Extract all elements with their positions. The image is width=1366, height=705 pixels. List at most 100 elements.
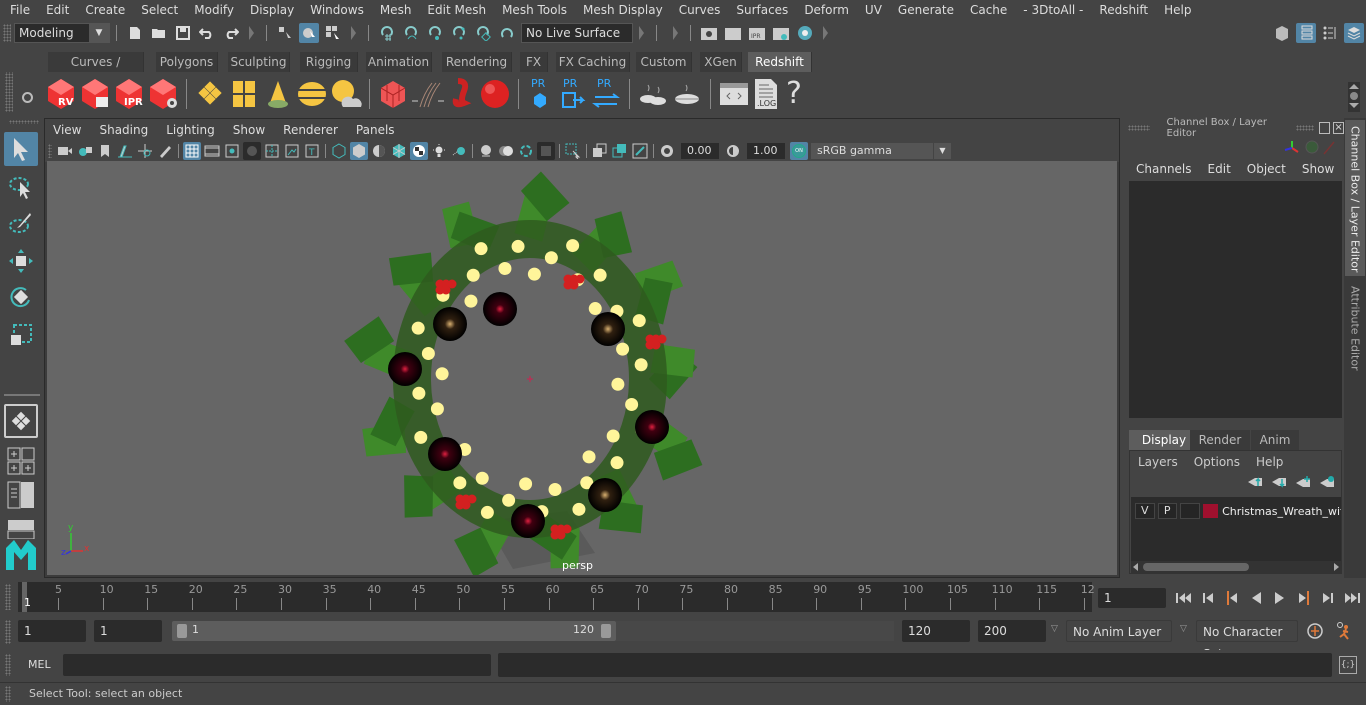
playback-end-field[interactable]: 120 xyxy=(902,620,970,642)
show-menu[interactable]: Show xyxy=(1294,162,1342,176)
select-hierarchy-icon[interactable] xyxy=(275,23,295,43)
exposure-field[interactable]: 0.00 xyxy=(681,143,719,159)
viewport-menu-shading[interactable]: Shading xyxy=(90,123,157,137)
gamma-icon[interactable] xyxy=(724,142,742,160)
layer-playback-toggle[interactable]: P xyxy=(1157,503,1177,519)
redshift-ipr-icon[interactable]: IPR xyxy=(112,77,146,111)
menu-deform[interactable]: Deform xyxy=(796,0,857,20)
menu-surfaces[interactable]: Surfaces xyxy=(728,0,796,20)
drag-handle[interactable] xyxy=(3,23,11,42)
live-surface-field[interactable]: No Live Surface xyxy=(521,22,633,43)
layer-help-menu[interactable]: Help xyxy=(1248,455,1291,469)
layer-name[interactable]: Christmas_Wreath_wit xyxy=(1222,505,1341,518)
snap-live-icon[interactable] xyxy=(473,23,493,43)
rotate-tool-icon[interactable] xyxy=(4,280,38,314)
hypershade-icon[interactable] xyxy=(795,23,815,43)
exposure-icon[interactable] xyxy=(658,142,676,160)
close-icon[interactable]: × xyxy=(1333,122,1344,134)
menu-redshift[interactable]: Redshift xyxy=(1091,0,1156,20)
animation-end-field[interactable]: 200 xyxy=(978,620,1046,642)
redshift-hair-icon[interactable] xyxy=(410,77,444,111)
shelf-tab-redshift[interactable]: Redshift xyxy=(748,52,812,72)
select-object-icon[interactable] xyxy=(299,22,319,43)
redshift-dome-light-icon[interactable] xyxy=(295,77,329,111)
redshift-area-light-icon[interactable] xyxy=(227,77,261,111)
menu-modify[interactable]: Modify xyxy=(186,0,242,20)
paint-select-tool-icon[interactable] xyxy=(4,206,38,240)
object-menu[interactable]: Object xyxy=(1239,162,1294,176)
maya-logo-icon[interactable] xyxy=(4,538,38,572)
use-all-lights-icon[interactable] xyxy=(430,142,448,160)
command-input[interactable] xyxy=(63,654,491,676)
3d-viewport[interactable]: y x z persp xyxy=(47,161,1117,575)
menu-mesh-display[interactable]: Mesh Display xyxy=(575,0,671,20)
menu-generate[interactable]: Generate xyxy=(890,0,962,20)
color-management-toggle[interactable]: ON xyxy=(790,142,808,160)
grease-pencil-icon[interactable] xyxy=(156,142,174,160)
open-scene-icon[interactable] xyxy=(149,23,169,43)
channel-list[interactable] xyxy=(1129,181,1342,418)
2d-pan-zoom-icon[interactable] xyxy=(136,142,154,160)
color-space-dropdown[interactable]: sRGB gamma ▼ xyxy=(811,143,951,159)
shelf-tab-animation[interactable]: Animation xyxy=(366,52,432,72)
shelf-tab-curves-surfaces[interactable]: Curves / Surfaces xyxy=(48,52,144,89)
workspace-dropdown[interactable]: Modeling ▼ xyxy=(14,22,110,43)
script-language-toggle[interactable]: MEL xyxy=(28,658,51,671)
menu-edit[interactable]: Edit xyxy=(38,0,77,20)
two-sided-lighting-icon[interactable] xyxy=(591,142,609,160)
viewport-menu-renderer[interactable]: Renderer xyxy=(274,123,347,137)
safe-action-icon[interactable] xyxy=(283,142,301,160)
range-start-handle[interactable] xyxy=(177,624,187,638)
range-slider[interactable]: 1 120 xyxy=(172,621,616,641)
tool-settings-toggle-icon[interactable] xyxy=(1320,23,1340,43)
play-backward-icon[interactable] xyxy=(1246,588,1266,608)
time-ruler[interactable]: 1 5 10 15 20 25 30 35 40 45 50 55 60 65 70 75 80 85 90 95 1… xyxy=(18,582,1095,612)
redshift-proxy-icon[interactable] xyxy=(376,77,410,111)
snap-view-plane-icon[interactable] xyxy=(449,23,469,43)
shelf-scroll[interactable] xyxy=(1348,82,1360,112)
shelf-tab-fx-caching[interactable]: FX Caching xyxy=(556,52,630,72)
scale-tool-icon[interactable] xyxy=(4,318,38,352)
xray-joints-icon[interactable] xyxy=(517,142,535,160)
smooth-shade-icon[interactable] xyxy=(350,142,368,160)
scrollbar-thumb[interactable] xyxy=(1143,563,1249,571)
redo-icon[interactable] xyxy=(221,23,241,43)
redshift-render-view-icon[interactable]: RV xyxy=(44,77,78,111)
channels-menu[interactable]: Channels xyxy=(1120,162,1200,176)
ipr-render-icon[interactable]: IPR xyxy=(747,23,767,43)
script-editor-button[interactable]: {;} xyxy=(1339,656,1357,674)
bake-icon[interactable] xyxy=(670,77,704,111)
step-forward-key-icon[interactable] xyxy=(1318,588,1338,608)
persp-outliner-layout-icon[interactable] xyxy=(4,478,38,512)
new-scene-icon[interactable] xyxy=(125,23,145,43)
step-back-frame-icon[interactable] xyxy=(1222,588,1242,608)
menu-mesh[interactable]: Mesh xyxy=(372,0,420,20)
layer-tab-render[interactable]: Render xyxy=(1190,430,1250,450)
menu-help[interactable]: Help xyxy=(1156,0,1199,20)
step-forward-frame-icon[interactable] xyxy=(1294,588,1314,608)
scroll-left-icon[interactable] xyxy=(1133,563,1138,571)
save-scene-icon[interactable] xyxy=(173,23,193,43)
snap-point-icon[interactable] xyxy=(425,23,445,43)
step-back-key-icon[interactable] xyxy=(1198,588,1218,608)
tab-channel-box-layer-editor[interactable]: Channel Box / Layer Editor xyxy=(1345,120,1365,276)
go-to-end-icon[interactable] xyxy=(1342,588,1362,608)
animation-preferences-icon[interactable] xyxy=(1334,621,1354,644)
move-tool-icon[interactable] xyxy=(4,244,38,278)
menu-edit-mesh[interactable]: Edit Mesh xyxy=(419,0,494,20)
shelf-tab-custom[interactable]: Custom xyxy=(636,52,692,72)
film-gate-icon[interactable] xyxy=(203,142,221,160)
shelf-menu-dot-icon[interactable] xyxy=(1350,92,1358,100)
new-layer-icon[interactable] xyxy=(1295,475,1311,489)
screen-space-ao-icon[interactable] xyxy=(631,142,649,160)
gate-mask-icon[interactable] xyxy=(243,142,261,160)
redshift-render-settings-icon[interactable] xyxy=(146,77,180,111)
render-frame-icon[interactable] xyxy=(723,23,743,43)
layers-menu[interactable]: Layers xyxy=(1130,455,1186,469)
safe-title-icon[interactable]: T xyxy=(303,142,321,160)
depth-peeling-icon[interactable] xyxy=(611,142,629,160)
menu-curves[interactable]: Curves xyxy=(671,0,729,20)
bake-set-icon[interactable] xyxy=(636,77,670,111)
log-file-icon[interactable]: .LOG xyxy=(751,77,781,111)
tab-attribute-editor[interactable]: Attribute Editor xyxy=(1345,280,1365,380)
